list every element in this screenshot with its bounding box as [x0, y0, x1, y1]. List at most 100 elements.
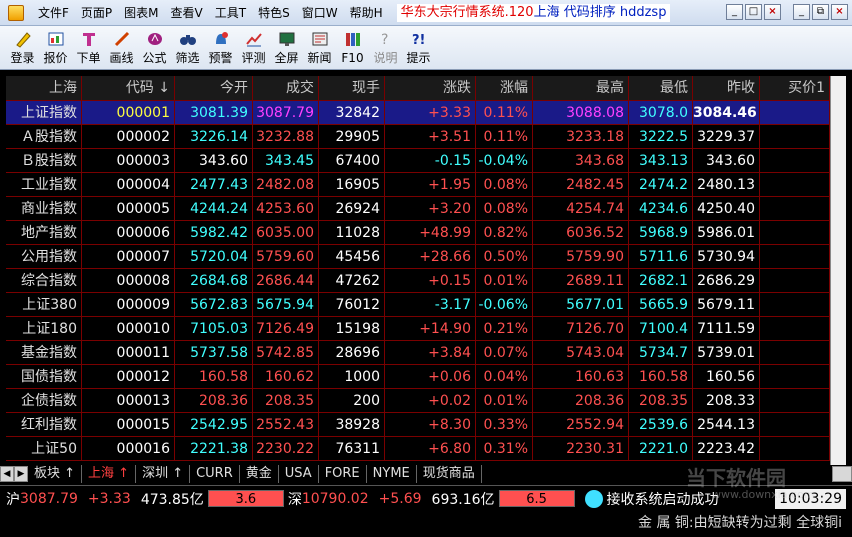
row-volume: 32842 [319, 101, 385, 125]
tip-icon: ?! [409, 29, 429, 49]
row-volume: 28696 [319, 341, 385, 365]
window-title-prefix: 华东大宗行情系统.120 [400, 4, 534, 20]
table-row[interactable]: Ｂ股指数 000003 343.60 343.45 67400 -0.15 -0.04% 34… [6, 149, 830, 173]
tab-scroll-right-icon[interactable]: ▶ [14, 466, 28, 482]
child-minimize-button[interactable]: _ [793, 4, 810, 20]
tab-sector[interactable]: 板块 ↑ [28, 465, 83, 483]
menu-features[interactable]: 特色S [252, 0, 296, 26]
sz-amount: 693.16亿 [431, 491, 495, 508]
row-name: 基金指数 [6, 341, 82, 365]
menu-help[interactable]: 帮助H [344, 0, 389, 26]
horizontal-scroll-button[interactable] [832, 466, 852, 482]
window-controls: _ □ × _ ⧉ × [726, 4, 848, 20]
draw-line-button[interactable]: 画线 [105, 26, 138, 70]
evaluate-button[interactable]: 评测 [237, 26, 270, 70]
row-name: 上证指数 [6, 101, 82, 125]
table-row[interactable]: 红利指数 000015 2542.95 2552.43 38928 +8.30 0.33% 2… [6, 413, 830, 437]
minimize-button[interactable]: _ [726, 4, 743, 20]
tab-gold[interactable]: 黄金 [240, 465, 279, 483]
row-low: 2682.1 [629, 269, 693, 293]
filter-button[interactable]: 筛选 [171, 26, 204, 70]
header-prev-close[interactable]: 昨收 [693, 76, 760, 101]
child-close-button[interactable]: × [831, 4, 848, 20]
news-ticker[interactable]: 金 属 铜:由短缺转为过剩 全球铜i [0, 511, 852, 537]
table-row[interactable]: 公用指数 000007 5720.04 5759.60 45456 +28.66 0.50%… [6, 245, 830, 269]
header-bid1[interactable]: 买价1 [760, 76, 830, 101]
order-button[interactable]: 下单 [72, 26, 105, 70]
child-restore-button[interactable]: ⧉ [812, 4, 829, 20]
f10-button[interactable]: F10 [336, 26, 369, 70]
tab-spot-commodity[interactable]: 现货商品 [417, 465, 482, 483]
menu-window[interactable]: 窗口W [296, 0, 344, 26]
header-high[interactable]: 最高 [533, 76, 629, 101]
header-change[interactable]: 涨跌 [385, 76, 476, 101]
news-button[interactable]: 新闻 [303, 26, 336, 70]
table-row[interactable]: 上证50 000016 2221.38 2230.22 76311 +6.80 0.31% 2… [6, 437, 830, 461]
table-row[interactable]: 国债指数 000012 160.58 160.62 1000 +0.06 0.04% 160.… [6, 365, 830, 389]
table-row[interactable]: Ａ股指数 000002 3226.14 3232.88 29905 +3.51 0.11% 3… [6, 125, 830, 149]
table-row[interactable]: 上证指数 000001 3081.39 3087.79 32842 +3.33 0.11% 3… [6, 101, 830, 125]
header-code[interactable]: 代码 ↓ [82, 76, 175, 101]
row-name: 国债指数 [6, 365, 82, 389]
restore-button[interactable]: □ [745, 4, 762, 20]
header-volume[interactable]: 现手 [319, 76, 385, 101]
row-close: 2686.44 [253, 269, 319, 293]
header-open[interactable]: 今开 [175, 76, 253, 101]
menu-chart[interactable]: 图表M [118, 0, 164, 26]
row-high: 2230.31 [533, 437, 629, 461]
books-icon [343, 29, 363, 49]
row-low: 5734.7 [629, 341, 693, 365]
row-change-pct: 0.31% [476, 437, 533, 461]
row-name: 综合指数 [6, 269, 82, 293]
menu-view[interactable]: 查看V [165, 0, 209, 26]
header-change-pct[interactable]: 涨幅 [476, 76, 533, 101]
row-bid1 [760, 365, 830, 389]
vertical-scrollbar[interactable] [830, 76, 846, 465]
tip-button[interactable]: ?! 提示 [402, 26, 435, 70]
table-row[interactable]: 上证180 000010 7105.03 7126.49 15198 +14.90 0.21… [6, 317, 830, 341]
table-row[interactable]: 商业指数 000005 4244.24 4253.60 26924 +3.20 0.08% 4… [6, 197, 830, 221]
close-button[interactable]: × [764, 4, 781, 20]
row-prev-close: 4250.40 [693, 197, 760, 221]
row-close: 3232.88 [253, 125, 319, 149]
tab-shanghai[interactable]: 上海 ↑ [82, 465, 137, 483]
table-row[interactable]: 上证380 000009 5672.83 5675.94 76012 -3.17 -0.06… [6, 293, 830, 317]
quote-button[interactable]: 报价 [39, 26, 72, 70]
row-volume: 38928 [319, 413, 385, 437]
table-row[interactable]: 工业指数 000004 2477.43 2482.08 16905 +1.95 0.08% 2… [6, 173, 830, 197]
row-low: 3078.0 [629, 101, 693, 125]
row-prev-close: 5739.01 [693, 341, 760, 365]
tab-shenzhen[interactable]: 深圳 ↑ [136, 465, 191, 483]
row-code: 000004 [82, 173, 175, 197]
table-row[interactable]: 企债指数 000013 208.36 208.35 200 +0.02 0.01% 208.3… [6, 389, 830, 413]
formula-button[interactable]: 公式 [138, 26, 171, 70]
tab-nyme[interactable]: NYME [367, 465, 417, 483]
table-row[interactable]: 地产指数 000006 5982.42 6035.00 11028 +48.99 0.82%… [6, 221, 830, 245]
row-bid1 [760, 125, 830, 149]
tab-fore[interactable]: FORE [319, 465, 367, 483]
tab-usa[interactable]: USA [279, 465, 319, 483]
row-change-pct: 0.82% [476, 221, 533, 245]
header-market[interactable]: 上海 [6, 76, 82, 101]
menu-file[interactable]: 文件F [32, 0, 75, 26]
tab-scroll-left-icon[interactable]: ◀ [0, 466, 14, 482]
alarm-button[interactable]: 预警 [204, 26, 237, 70]
menu-page[interactable]: 页面P [75, 0, 118, 26]
row-bid1 [760, 317, 830, 341]
row-low: 7100.4 [629, 317, 693, 341]
row-close: 343.45 [253, 149, 319, 173]
table-row[interactable]: 综合指数 000008 2684.68 2686.44 47262 +0.15 0.01% 2… [6, 269, 830, 293]
tool-label: 说明 [373, 51, 398, 65]
row-change-pct: 0.50% [476, 245, 533, 269]
row-bid1 [760, 245, 830, 269]
menu-tools[interactable]: 工具T [209, 0, 252, 26]
tab-curr[interactable]: CURR [190, 465, 240, 483]
table-row[interactable]: 基金指数 000011 5737.58 5742.85 28696 +3.84 0.07% 5… [6, 341, 830, 365]
header-low[interactable]: 最低 [629, 76, 693, 101]
row-bid1 [760, 173, 830, 197]
help-button[interactable]: ? 说明 [369, 26, 402, 70]
login-button[interactable]: 登录 [6, 26, 39, 70]
header-close[interactable]: 成交 [253, 76, 319, 101]
fullscreen-button[interactable]: 全屏 [270, 26, 303, 70]
row-low: 2221.0 [629, 437, 693, 461]
